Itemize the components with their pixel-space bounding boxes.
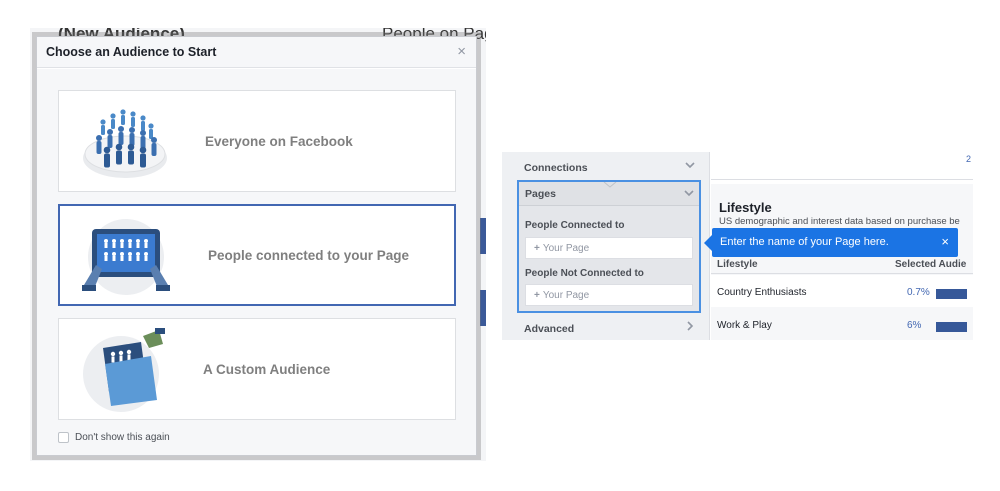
dont-show-again-checkbox[interactable] (58, 432, 69, 443)
tooltip-arrow (704, 235, 712, 251)
dont-show-again-label: Don't show this again (75, 432, 170, 443)
chevron-down-icon[interactable] (684, 159, 696, 171)
table-row[interactable]: Work & Play 6% (711, 308, 973, 340)
pages-section-highlight: Pages People Connected to + Your Page Peo… (517, 180, 701, 313)
advanced-section[interactable]: Advanced (502, 315, 710, 340)
people-not-connected-label: People Not Connected to (525, 268, 644, 279)
tooltip-text: Enter the name of your Page here. (720, 236, 889, 248)
dialog-body: Everyone on Facebook People connected to… (37, 69, 476, 455)
row-bar (936, 322, 967, 332)
chevron-down-icon[interactable] (683, 187, 695, 199)
notch-indicator-icon (603, 182, 617, 188)
top-number: 2 (965, 154, 971, 164)
connections-section[interactable]: Connections (502, 154, 710, 180)
pages-label: Pages (525, 188, 556, 200)
row-percent: 6% (907, 320, 922, 331)
dialog-title: Choose an Audience to Start (46, 45, 217, 59)
crowd-illustration-icon (83, 109, 167, 178)
top-strip: 2 (711, 152, 973, 180)
close-icon[interactable]: × (941, 234, 949, 249)
plus-icon: + (534, 243, 540, 254)
option-everyone-on-facebook[interactable]: Everyone on Facebook (58, 90, 456, 192)
lifestyle-description: US demographic and interest data based o… (719, 216, 960, 227)
lifestyle-title: Lifestyle (719, 200, 772, 215)
connected-page-placeholder: Your Page (542, 243, 590, 254)
filters-sidebar: Connections Pages People Connected to + Y… (502, 152, 710, 340)
background-blue-strip (480, 218, 486, 254)
option-people-connected-to-page[interactable]: People connected to your Page (58, 204, 456, 306)
background-blue-strip (480, 290, 486, 326)
option-custom-audience[interactable]: A Custom Audience (58, 318, 456, 420)
pages-section-header[interactable]: Pages (519, 182, 699, 206)
row-name: Work & Play (717, 320, 772, 331)
column-header-selected-audience: Selected Audie (895, 259, 967, 270)
row-bar (936, 289, 967, 299)
row-percent: 0.7% (907, 287, 930, 298)
option-label: People connected to your Page (208, 248, 410, 263)
option-label: A Custom Audience (203, 362, 331, 377)
advanced-label: Advanced (524, 323, 575, 335)
custom-folder-illustration-icon (83, 328, 165, 412)
table-row[interactable]: Country Enthusiasts 0.7% (711, 275, 973, 307)
dont-show-again-row: Don't show this again (58, 432, 170, 443)
lifestyle-card: Lifestyle US demographic and interest da… (711, 184, 973, 340)
not-connected-page-placeholder: Your Page (542, 290, 590, 301)
option-label: Everyone on Facebook (205, 134, 353, 149)
connections-label: Connections (524, 162, 588, 174)
tablet-page-illustration-icon (82, 219, 170, 295)
page-name-tooltip: Enter the name of your Page here. × (704, 228, 958, 257)
people-connected-label: People Connected to (525, 220, 625, 231)
chevron-right-icon[interactable] (684, 320, 696, 332)
row-name: Country Enthusiasts (717, 287, 807, 298)
choose-audience-dialog: Choose an Audience to Start × Everyone o… (36, 36, 477, 456)
not-connected-page-input[interactable]: + Your Page (525, 284, 693, 306)
composite-screenshot: (New Audience) People on Page Choose an … (0, 0, 1000, 491)
plus-icon: + (534, 290, 540, 301)
connected-page-input[interactable]: + Your Page (525, 237, 693, 259)
dialog-header: Choose an Audience to Start × (37, 37, 476, 68)
column-header-lifestyle: Lifestyle (717, 259, 758, 270)
close-icon[interactable]: × (457, 43, 466, 60)
